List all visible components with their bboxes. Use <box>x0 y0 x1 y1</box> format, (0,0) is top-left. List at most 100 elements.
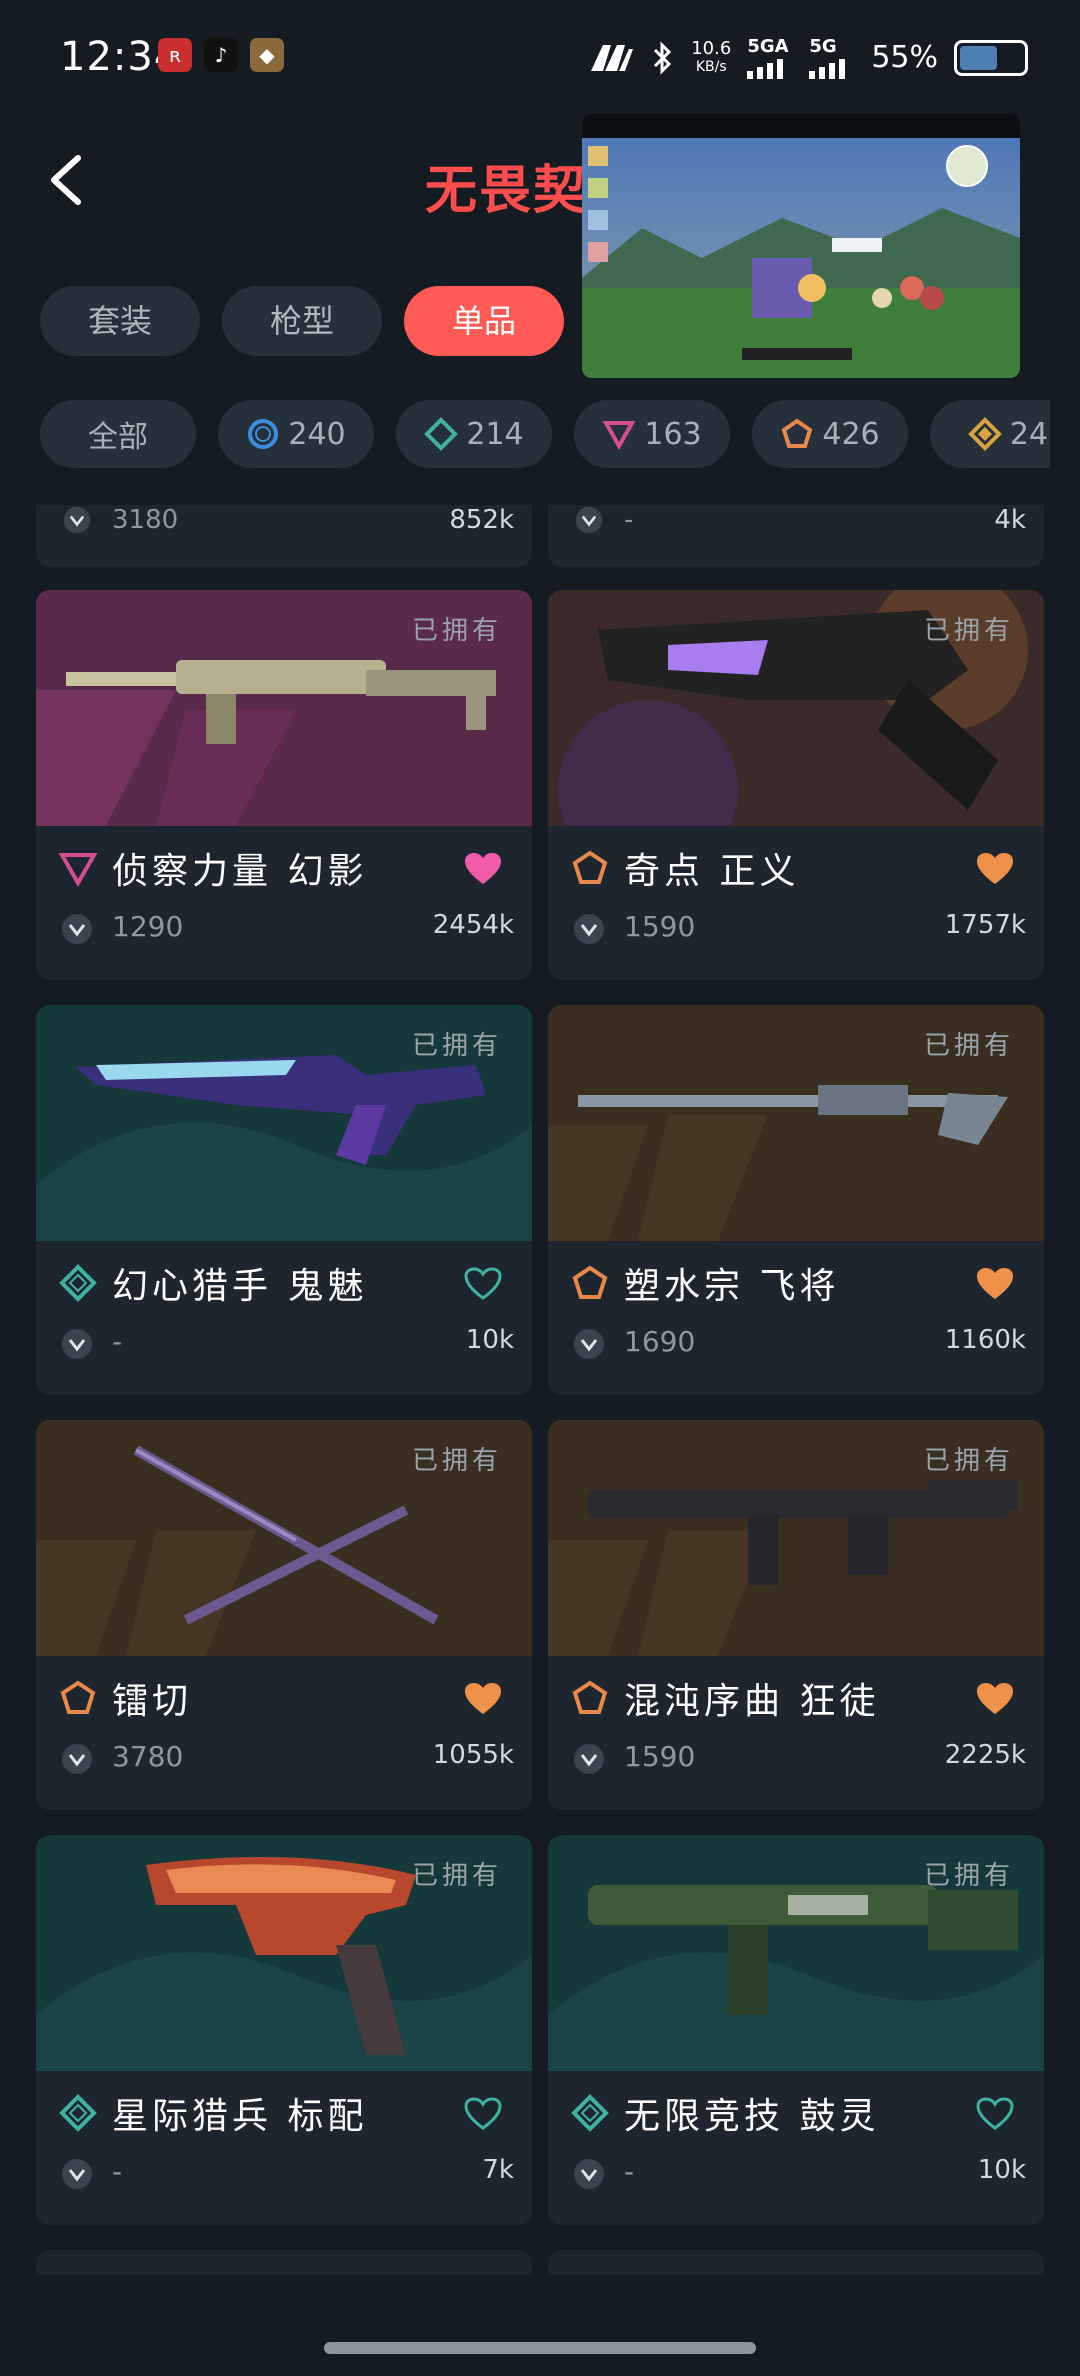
skin-price: - <box>624 505 634 535</box>
filter-tier-exclusive[interactable]: 426 <box>752 400 908 468</box>
home-indicator[interactable] <box>324 2342 756 2354</box>
pentagon-tier-icon <box>572 850 608 884</box>
filter-tier-ultra[interactable]: 24 <box>930 400 1050 468</box>
like-count: 1055k <box>432 1740 514 1770</box>
skin-card[interactable]: 已拥有 混沌序曲 狂徒 1590 2225k <box>548 1420 1044 1810</box>
tiktok-icon: ♪ <box>204 38 238 72</box>
filter-count: 426 <box>822 416 880 452</box>
skin-card[interactable]: 已拥有 幻心猎手 鬼魅 - 10k <box>36 1005 532 1395</box>
vp-currency-icon <box>574 1744 604 1774</box>
app-icon: ʀ <box>158 38 192 72</box>
like-count: 1160k <box>944 1325 1026 1355</box>
tab-weapon-types[interactable]: 枪型 <box>222 286 382 356</box>
vp-currency-icon <box>62 1329 92 1359</box>
partial-card[interactable]: - 4k <box>548 505 1044 567</box>
heart-icon[interactable] <box>976 1267 1014 1301</box>
pentagon-tier-icon <box>572 1680 608 1714</box>
filter-tier-deluxe[interactable]: 214 <box>396 400 552 468</box>
tab-items[interactable]: 单品 <box>404 286 564 356</box>
bluetooth-icon <box>654 40 672 75</box>
tab-bundles[interactable]: 套装 <box>40 286 200 356</box>
skin-name: 幻心猎手 鬼魅 <box>112 1266 368 1307</box>
filter-label: 全部 <box>88 420 148 455</box>
owned-label: 已拥有 <box>923 616 1014 646</box>
skin-grid: 3180 852k - 4k 已拥有 侦察力量 幻影 1290 2454k 已拥… <box>0 505 1080 2275</box>
status-bar: 12:34 ʀ ♪ ◆ 10.6 KB/s 5GA 5G 55% <box>0 0 1080 120</box>
skin-name: 混沌序曲 狂徒 <box>624 1681 880 1722</box>
diamond-tier-icon <box>59 2094 97 2132</box>
heart-outline-icon[interactable] <box>464 2097 502 2131</box>
diamond-tier-icon <box>59 1264 97 1302</box>
vp-currency-icon <box>574 2159 604 2189</box>
skin-price: 1590 <box>624 910 696 943</box>
diamond-tier-icon <box>571 2094 609 2132</box>
owned-label: 已拥有 <box>923 1861 1014 1891</box>
category-tabs: 套装 枪型 单品 <box>40 286 564 356</box>
diamond-tier-icon <box>424 417 459 451</box>
skin-card[interactable]: 已拥有 星际猎兵 标配 - 7k <box>36 1835 532 2225</box>
diamond-gold-tier-icon <box>968 417 1002 451</box>
triangle-tier-icon <box>602 421 636 451</box>
owned-label: 已拥有 <box>411 1861 502 1891</box>
signal-icon <box>809 59 846 79</box>
skin-card[interactable]: 已拥有 奇点 正义 1590 1757k <box>548 590 1044 980</box>
like-count: 852k <box>449 505 514 535</box>
skin-price: 1590 <box>624 1740 696 1773</box>
owned-label: 已拥有 <box>923 1446 1014 1476</box>
network-speed: 10.6 KB/s <box>691 37 732 76</box>
picture-in-picture-window[interactable] <box>582 114 1020 378</box>
skin-price: - <box>624 2155 635 2188</box>
owned-label: 已拥有 <box>411 1031 502 1061</box>
skin-name: 塑水宗 飞将 <box>624 1266 840 1307</box>
battery-percent: 55% <box>871 40 938 75</box>
triangle-tier-icon <box>58 853 98 888</box>
pentagon-tier-icon <box>60 1680 96 1714</box>
filter-tier-premium[interactable]: 163 <box>574 400 730 468</box>
heart-outline-icon[interactable] <box>464 1267 502 1301</box>
skin-card[interactable]: 已拥有 无限竞技 鼓灵 - 10k <box>548 1835 1044 2225</box>
notification-icons: ʀ ♪ ◆ <box>158 38 284 72</box>
nfc-icon <box>591 44 634 71</box>
heart-icon[interactable] <box>464 1682 502 1716</box>
skin-name: 镭切 <box>112 1681 193 1722</box>
filter-count: 214 <box>466 416 524 452</box>
skin-name: 星际猎兵 标配 <box>112 2096 368 2137</box>
skin-price: - <box>112 2155 123 2188</box>
game-app-icon: ◆ <box>250 38 284 72</box>
network-speed-unit: KB/s <box>695 58 727 75</box>
owned-label: 已拥有 <box>411 616 502 646</box>
tier-filter-bar: 全部 240 214 163 426 24 <box>40 400 1050 468</box>
vp-currency-icon <box>574 1329 604 1359</box>
status-right: 10.6 KB/s 5GA 5G 55% <box>589 36 1028 79</box>
vp-currency-icon <box>63 506 91 534</box>
skin-price: 3180 <box>112 505 179 535</box>
back-button[interactable] <box>40 150 100 210</box>
vp-currency-icon <box>575 506 603 534</box>
partial-card[interactable]: 3180 852k <box>36 505 532 567</box>
heart-icon[interactable] <box>976 1682 1014 1716</box>
owned-label: 已拥有 <box>411 1446 502 1476</box>
filter-tier-select[interactable]: 240 <box>218 400 374 468</box>
filter-count: 240 <box>288 416 346 452</box>
skin-card[interactable]: 已拥有 侦察力量 幻影 1290 2454k <box>36 590 532 980</box>
heart-icon[interactable] <box>464 852 502 886</box>
circle-tier-icon <box>248 419 279 449</box>
signal-sim1: 5GA <box>747 36 793 79</box>
like-count: 2454k <box>432 910 514 940</box>
pentagon-tier-icon <box>572 1265 608 1299</box>
vp-currency-icon <box>62 1744 92 1774</box>
partial-card[interactable] <box>36 2250 532 2275</box>
signal-icon <box>747 59 784 79</box>
heart-icon[interactable] <box>976 852 1014 886</box>
skin-card[interactable]: 已拥有 镭切 3780 1055k <box>36 1420 532 1810</box>
filter-count: 24 <box>1009 416 1049 452</box>
skin-name: 奇点 正义 <box>624 851 800 892</box>
vp-currency-icon <box>574 914 604 944</box>
network-speed-value: 10.6 <box>691 37 732 59</box>
partial-card[interactable] <box>548 2250 1044 2275</box>
skin-card[interactable]: 已拥有 塑水宗 飞将 1690 1160k <box>548 1005 1044 1395</box>
filter-all[interactable]: 全部 <box>40 400 196 468</box>
heart-outline-icon[interactable] <box>976 2097 1014 2131</box>
like-count: 4k <box>994 505 1026 535</box>
vp-currency-icon <box>62 914 92 944</box>
